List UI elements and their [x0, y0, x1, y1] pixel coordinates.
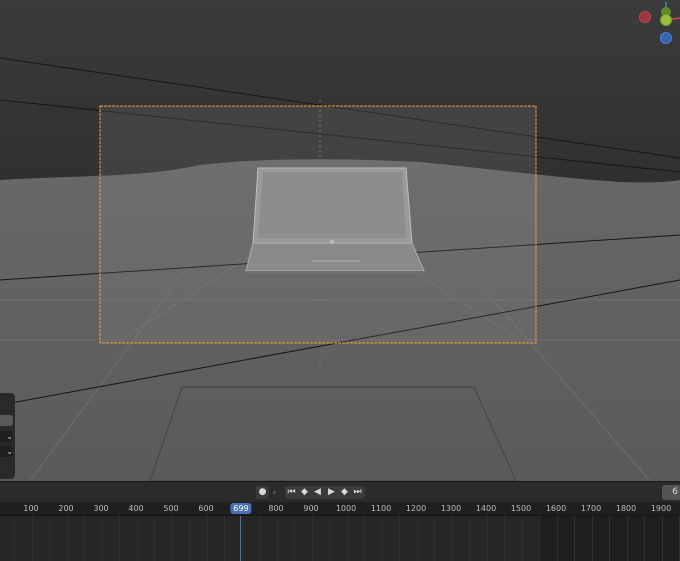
track-gridline — [592, 516, 593, 561]
track-gridline — [312, 516, 313, 561]
track-gridline — [662, 516, 663, 561]
play-reverse-icon[interactable]: ◀ — [311, 486, 324, 499]
track-gridline — [14, 516, 15, 561]
out-of-range-area — [540, 516, 680, 561]
track-gridline — [644, 516, 645, 561]
track-gridline — [154, 516, 155, 561]
side-panel[interactable]: ⌄ ⌄ — [0, 393, 15, 479]
ruler-tick: 500 — [163, 504, 179, 513]
track-gridline — [347, 516, 348, 561]
ruler-tick: 1000 — [335, 504, 357, 513]
track-gridline — [189, 516, 190, 561]
ruler-tick: 400 — [128, 504, 144, 513]
ruler-tick: 1800 — [615, 504, 637, 513]
track-gridline — [32, 516, 33, 561]
ruler-tick: 1600 — [545, 504, 567, 513]
ruler-tick: 1500 — [510, 504, 532, 513]
gizmo-y-icon — [660, 14, 672, 26]
track-gridline — [574, 516, 575, 561]
ruler-tick: 200 — [58, 504, 74, 513]
track-gridline — [259, 516, 260, 561]
track-gridline — [49, 516, 50, 561]
track-gridline — [452, 516, 453, 561]
track-gridline — [399, 516, 400, 561]
track-gridline — [382, 516, 383, 561]
track-gridline — [522, 516, 523, 561]
track-gridline — [557, 516, 558, 561]
track-gridline — [364, 516, 365, 561]
record-icon[interactable]: ● — [256, 486, 269, 499]
track-gridline — [469, 516, 470, 561]
ruler-tick: 300 — [93, 504, 109, 513]
laptop-model — [245, 167, 425, 274]
ruler-tick: 800 — [268, 504, 284, 513]
gizmo-neg-x-icon — [639, 11, 651, 23]
track-gridline — [137, 516, 138, 561]
ruler-tick: 1100 — [370, 504, 392, 513]
track-gridline — [627, 516, 628, 561]
ruler-tick: 600 — [198, 504, 214, 513]
jump-to-end-icon[interactable]: ⏭ — [351, 486, 364, 499]
gizmo-neg-z-icon — [660, 32, 672, 44]
separator — [273, 491, 276, 494]
track-gridline — [277, 516, 278, 561]
3d-viewport[interactable] — [0, 0, 680, 481]
track-gridline — [102, 516, 103, 561]
side-panel-field[interactable] — [0, 415, 13, 426]
track-gridline — [504, 516, 505, 561]
previous-keyframe-icon[interactable]: ◆ — [298, 486, 311, 499]
next-keyframe-icon[interactable]: ◆ — [338, 486, 351, 499]
track-gridline — [242, 516, 243, 561]
ruler-tick: 100 — [23, 504, 39, 513]
viewport-scene — [0, 0, 680, 481]
navigation-gizmo[interactable] — [636, 0, 680, 48]
ruler-tick: 900 — [303, 504, 319, 513]
track-gridline — [417, 516, 418, 561]
track-gridline — [84, 516, 85, 561]
jump-to-start-icon[interactable]: ⏮ — [285, 486, 298, 499]
chevron-down-icon[interactable]: ⌄ — [0, 446, 13, 457]
ruler-tick: 1300 — [440, 504, 462, 513]
current-frame-indicator[interactable]: 699 — [230, 503, 252, 514]
frame-ruler[interactable]: 100 200 300 400 500 600 699 800 900 1000… — [0, 502, 680, 516]
timeline-header: ● ⏮ ◆ ◀ ▶ ◆ ⏭ 6 — [0, 481, 680, 503]
chevron-down-icon[interactable]: ⌄ — [0, 431, 13, 442]
timeline-tracks[interactable] — [0, 516, 680, 561]
track-gridline — [329, 516, 330, 561]
ruler-tick: 1200 — [405, 504, 427, 513]
play-icon[interactable]: ▶ — [325, 486, 338, 499]
ruler-tick: 1400 — [475, 504, 497, 513]
track-gridline — [539, 516, 540, 561]
track-gridline — [224, 516, 225, 561]
track-gridline — [294, 516, 295, 561]
ruler-tick: 1700 — [580, 504, 602, 513]
track-gridline — [172, 516, 173, 561]
track-gridline — [207, 516, 208, 561]
current-frame-field[interactable]: 6 — [662, 485, 680, 500]
ruler-tick: 1900 — [650, 504, 672, 513]
track-gridline — [487, 516, 488, 561]
track-gridline — [609, 516, 610, 561]
track-gridline — [67, 516, 68, 561]
track-gridline — [119, 516, 120, 561]
playhead[interactable] — [240, 516, 241, 561]
track-gridline — [434, 516, 435, 561]
